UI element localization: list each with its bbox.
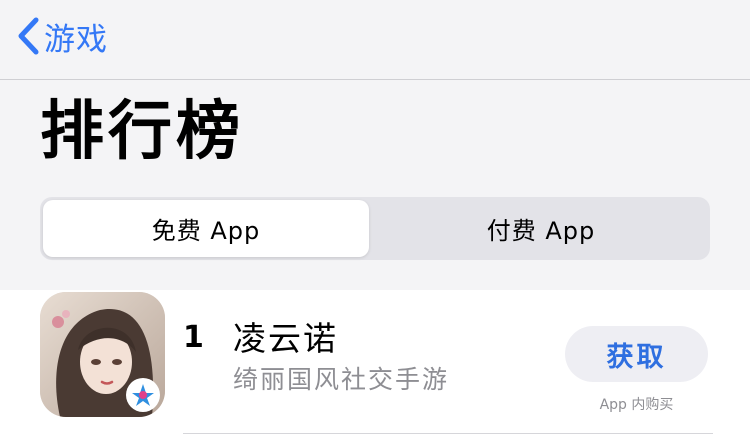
- page-title: 排行榜: [40, 95, 244, 169]
- segment-paid-apps[interactable]: 付费 App: [375, 200, 707, 257]
- divider: [183, 433, 713, 434]
- back-label: 游戏: [44, 21, 108, 58]
- page-header: 排行榜 免费 App 付费 App: [0, 80, 750, 290]
- rank-number: 1: [183, 320, 204, 355]
- get-button[interactable]: 获取: [565, 326, 708, 382]
- segment-free-apps[interactable]: 免费 App: [43, 200, 369, 257]
- app-icon[interactable]: [40, 292, 165, 417]
- app-name: 凌云诺: [233, 319, 338, 358]
- in-app-purchase-note: App 内购买: [599, 397, 674, 413]
- app-subtitle: 绮丽国风社交手游: [233, 365, 450, 394]
- navigation-bar: 游戏: [0, 0, 750, 80]
- list-item[interactable]: 1 凌云诺 绮丽国风社交手游 获取 App 内购买: [0, 290, 750, 439]
- chevron-left-icon: [16, 16, 40, 56]
- back-button[interactable]: 游戏: [16, 14, 108, 58]
- segmented-control: 免费 App 付费 App: [40, 197, 710, 260]
